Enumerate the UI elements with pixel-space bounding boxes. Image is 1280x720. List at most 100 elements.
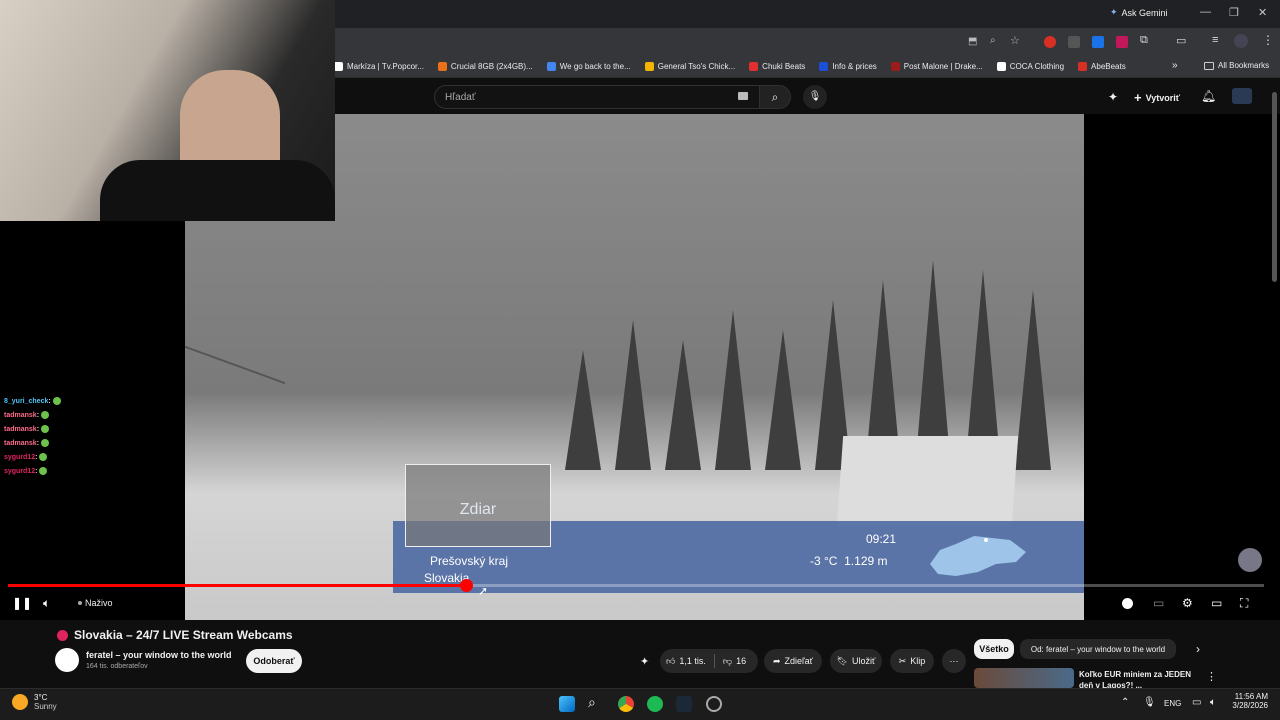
save-button[interactable]: 🔖︎ Uložiť (830, 649, 882, 673)
tab-search-icon[interactable]: ≡ (1212, 34, 1218, 46)
chrome-icon[interactable] (618, 696, 634, 712)
recommended-subtitle[interactable]: deň v Lagos?! ... (1079, 681, 1142, 688)
autoplay-toggle-icon[interactable] (1122, 598, 1133, 609)
bookmark-item[interactable]: Markíza | Tv.Popcor... (334, 62, 424, 71)
chips-next-chevron-icon[interactable]: › (1196, 642, 1200, 656)
keyboard-icon[interactable] (738, 92, 748, 100)
ski-lift-cable (185, 345, 285, 503)
like-count[interactable]: 1,1 tis. (679, 656, 706, 666)
taskbar-search-icon[interactable]: ⌕ (588, 694, 596, 711)
like-icon[interactable]: 👍︎ (666, 656, 675, 667)
minimize-icon[interactable]: — (1200, 6, 1211, 18)
recommended-title[interactable]: Koľko EUR miniem za JEDEN (1079, 670, 1191, 679)
bookmark-label: Markíza | Tv.Popcor... (347, 62, 424, 71)
profile-avatar[interactable] (1234, 34, 1248, 48)
extension-pink-icon[interactable] (1116, 36, 1128, 48)
bookmark-favicon-icon (996, 62, 1006, 71)
bookmark-item[interactable]: AbeBeats (1078, 62, 1126, 71)
subtitles-icon[interactable]: ▭ (1153, 596, 1164, 610)
streamer-webcam (0, 0, 335, 221)
extension-fox-icon[interactable]: ✦ (1108, 90, 1118, 104)
subscribe-button[interactable]: Odoberať (246, 649, 302, 673)
like-dislike-group: 👍︎ 1,1 tis. 👎︎ 16 (660, 649, 758, 673)
app-icon[interactable] (706, 696, 722, 712)
weather-widget[interactable]: 3°C Sunny (12, 693, 57, 711)
webcam-thumbnail: Zdiar (405, 464, 551, 547)
bookmark-favicon-icon (334, 62, 343, 71)
bookmark-item[interactable]: We go back to the... (546, 62, 631, 71)
tray-mic-icon[interactable]: 🎙 (1143, 697, 1156, 708)
share-button[interactable]: ➦ Zdieľať (764, 649, 822, 673)
bookmark-label: Post Malone | Drake... (903, 62, 983, 71)
gemini-icon: ✦ (1110, 7, 1118, 17)
ask-gemini-button[interactable]: ✦ Ask Gemini (1110, 7, 1168, 18)
account-avatar[interactable] (1232, 88, 1252, 104)
live-indicator[interactable]: Naživo (78, 598, 113, 608)
bookmark-favicon-icon (437, 62, 447, 71)
progress-fill (8, 584, 467, 587)
chat-message: 8_yuri_check: (4, 397, 61, 405)
clock-time: 11:56 AM (1234, 692, 1268, 701)
theater-mode-icon[interactable]: ▭ (1211, 596, 1222, 610)
cam-title: Zdiar (459, 501, 497, 518)
sidepanel-icon[interactable]: ▭ (1176, 34, 1186, 47)
volume-icon[interactable]: 🔈︎ (43, 596, 50, 611)
chip-all[interactable]: Všetko (974, 639, 1014, 659)
chip-from-channel[interactable]: Od: feratel – your window to the world (1020, 639, 1176, 659)
extension-badge-icon[interactable]: ✦ (640, 655, 649, 668)
install-app-icon[interactable]: ⬒ (968, 36, 977, 47)
notifications-bell-icon[interactable]: 🔔︎ (1201, 89, 1216, 103)
recommended-thumbnail[interactable] (974, 668, 1074, 688)
extension-arrow-icon[interactable] (1068, 36, 1080, 48)
zoom-icon[interactable]: ⌕ (990, 35, 996, 46)
extension-blue-icon[interactable] (1092, 36, 1104, 48)
voice-search-button[interactable]: 🎙 (803, 85, 827, 109)
more-bookmarks-chevron[interactable]: » (1172, 60, 1178, 71)
fullscreen-icon[interactable]: ⛶ (1240, 596, 1248, 611)
steam-icon[interactable] (676, 696, 692, 712)
close-icon[interactable]: ✕ (1258, 6, 1267, 19)
bookmark-star-icon[interactable]: ☆ (1010, 34, 1020, 47)
bookmark-item[interactable]: Crucial 8GB (2x4GB)... (437, 62, 533, 71)
video-title-row: Slovakia – 24/7 LIVE Stream Webcams (57, 628, 293, 642)
search-button[interactable]: ⌕ (759, 85, 791, 109)
all-bookmarks-button[interactable]: All Bookmarks (1204, 61, 1269, 70)
chat-username[interactable]: 8_yuri_check (4, 398, 48, 405)
bookmark-item[interactable]: Chuki Beats (749, 62, 805, 71)
tray-chevron-icon[interactable]: ⌃ (1121, 697, 1129, 708)
chat-username[interactable]: tadmansk (4, 412, 37, 419)
chat-username[interactable]: tadmansk (4, 426, 37, 433)
chat-username[interactable]: tadmansk (4, 440, 37, 447)
more-actions-button[interactable]: ⋯ (942, 649, 966, 673)
windows-start-icon[interactable] (559, 696, 575, 712)
settings-gear-icon[interactable]: ⚙ (1182, 596, 1193, 610)
cam-time: 09:21 (866, 532, 897, 546)
page-scrollbar[interactable] (1272, 92, 1277, 282)
extension-red-icon[interactable] (1044, 36, 1056, 48)
create-button[interactable]: + Vytvoriť (1134, 90, 1180, 105)
extensions-puzzle-icon[interactable]: ⧉ (1140, 34, 1148, 47)
bookmark-item[interactable]: Info & prices (819, 62, 877, 71)
tray-display-icon[interactable]: ▭ (1192, 697, 1201, 708)
channel-watermark[interactable] (1238, 548, 1262, 572)
spotify-icon[interactable] (647, 696, 663, 712)
bookmark-item[interactable]: Post Malone | Drake... (890, 62, 983, 71)
search-input[interactable]: Hľadať (434, 85, 760, 109)
chat-username[interactable]: sygurd12 (4, 454, 35, 461)
bookmark-item[interactable]: General Tso's Chick... (644, 62, 735, 71)
recommended-menu-icon[interactable]: ⋮ (1206, 670, 1217, 683)
language-indicator[interactable]: ENG (1164, 699, 1181, 708)
chat-separator: : (48, 397, 53, 405)
dislike-icon[interactable]: 👎︎ (723, 656, 732, 667)
clip-button[interactable]: ✂ Klip (890, 649, 934, 673)
bookmark-item[interactable]: COCA Clothing (996, 62, 1064, 71)
tray-volume-icon[interactable]: 🔈︎ (1210, 697, 1216, 708)
browser-menu-icon[interactable]: ⋮ (1262, 33, 1274, 47)
channel-name[interactable]: feratel – your window to the world (86, 650, 232, 660)
taskbar-clock[interactable]: 11:56 AM 3/28/2026 (1228, 692, 1268, 710)
chat-username[interactable]: sygurd12 (4, 468, 35, 475)
pause-icon[interactable]: ❚❚ (12, 596, 32, 610)
channel-avatar[interactable] (55, 648, 79, 672)
video-side-bars (1084, 114, 1280, 620)
restore-icon[interactable]: ❐ (1229, 6, 1239, 19)
